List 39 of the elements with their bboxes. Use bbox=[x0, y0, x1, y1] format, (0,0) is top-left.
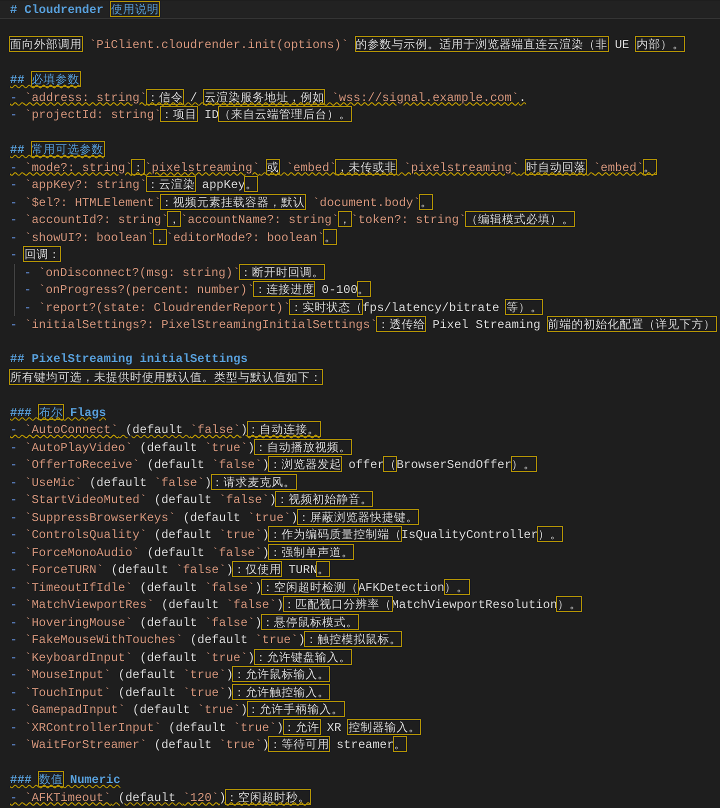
heading: ## 常用可选参数 bbox=[10, 141, 104, 158]
list-item: - `KeyboardInput` (default `true`)：允许键盘输入。 bbox=[10, 648, 351, 666]
list-item: - `XRControllerInput` (default `true`)：允许 XR 控制器输入。 bbox=[10, 718, 420, 736]
list-item: - `onDisconnect?(msg: string)`：断开时回调。 bbox=[24, 264, 324, 281]
list-item: - `SuppressBrowserKeys` (default `true`)：屏蔽浏览器快捷键。 bbox=[10, 508, 418, 526]
list-item: - `$el?: HTMLElement`：视频元素挂载容器，默认 `document.body`。 bbox=[10, 194, 432, 211]
list-item: - `AutoPlayVideo` (default `true`)：自动播放视频。 bbox=[10, 438, 351, 456]
list-item: - `OfferToReceive` (default `false`)：浏览器发起 offer（BrowserSendOffer）。 bbox=[10, 456, 536, 474]
heading: # Cloudrender 使用说明 bbox=[10, 1, 159, 18]
heading: ### 数值 Numeric bbox=[10, 771, 120, 788]
heading: ### 布尔 Flags bbox=[10, 404, 106, 421]
list-item: - `UseMic` (default `false`)：请求麦克风。 bbox=[10, 474, 296, 491]
list-item: - `AFKTimeout` (default `120`)：空闲超时秒。 bbox=[10, 788, 310, 806]
list-item: - `ControlsQuality` (default `true`)：作为编码质量控制端（IsQualityController）。 bbox=[10, 526, 562, 544]
list-item: - `address: string`：信令 / 云渲染服务地址，例如 `wss://signal.example.com`. bbox=[10, 88, 526, 106]
list-item: - `MouseInput` (default `true`)：允许鼠标输入。 bbox=[10, 666, 330, 684]
list-item: - `FakeMouseWithTouches` (default `true`)：触控模拟鼠标。 bbox=[10, 631, 402, 648]
list-item: - `MatchViewportRes` (default `false`)：匹配视口分辨率（MatchViewportResolution）。 bbox=[10, 596, 582, 614]
list-item: - `TimeoutIfIdle` (default `false`)：空闲超时检测（AFKDetection）。 bbox=[10, 578, 468, 596]
list-item: - `appKey?: string`：云渲染 appKey。 bbox=[10, 176, 258, 194]
list-item: - `report?(state: CloudrenderReport)`：实时状态（fps/latency/bitrate 等）。 bbox=[24, 298, 542, 316]
list-item: - `showUI?: boolean`，`editorMode?: boolean`。 bbox=[10, 228, 336, 246]
list-item: - `mode?: string`：`pixelstreaming` 或 `embed`，未传或非 `pixelstreaming` 时自动回落 `embed`。 bbox=[10, 158, 656, 176]
paragraph: 所有键均可选，未提供时使用默认值。类型与默认值如下： bbox=[10, 368, 322, 386]
heading: ## PixelStreaming initialSettings bbox=[10, 351, 248, 368]
list-item: - `StartVideoMuted` (default `false`)：视频初始静音。 bbox=[10, 491, 372, 508]
list-item: - `accountId?: string`，`accountName?: string`，`token?: string`（编辑模式必填）。 bbox=[10, 211, 574, 228]
list-item: - `initialSettings?: PixelStreamingInitialSettings`：透传给 Pixel Streaming 前端的初始化配置（详见下方） bbox=[10, 316, 716, 334]
list-item: - `onProgress?(percent: number)`：连接进度 0-100。 bbox=[24, 281, 370, 298]
list-item: - 回调： bbox=[10, 246, 60, 264]
heading: ## 必填参数 bbox=[10, 71, 80, 88]
list-item: - `AutoConnect` (default `false`)：自动连接。 bbox=[10, 421, 320, 438]
list-item: - `GamepadInput` (default `true`)：允许手柄输入。 bbox=[10, 701, 344, 718]
paragraph: 面向外部调用 `PiClient.cloudrender.init(options)` 的参数与示例。适用于浏览器端直连云渲染（非 UE 内部）。 bbox=[10, 36, 684, 54]
list-item: - `HoveringMouse` (default `false`)：悬停鼠标模式。 bbox=[10, 614, 358, 631]
list-item: - `TouchInput` (default `true`)：允许触控输入。 bbox=[10, 684, 330, 701]
list-item: - `projectId: string`：项目 ID（来自云端管理后台）。 bbox=[10, 106, 351, 124]
list-item: - `ForceMonoAudio` (default `false`)：强制单声道。 bbox=[10, 544, 354, 561]
list-item: - `WaitForStreamer` (default `true`)：等待可用 streamer。 bbox=[10, 736, 406, 754]
